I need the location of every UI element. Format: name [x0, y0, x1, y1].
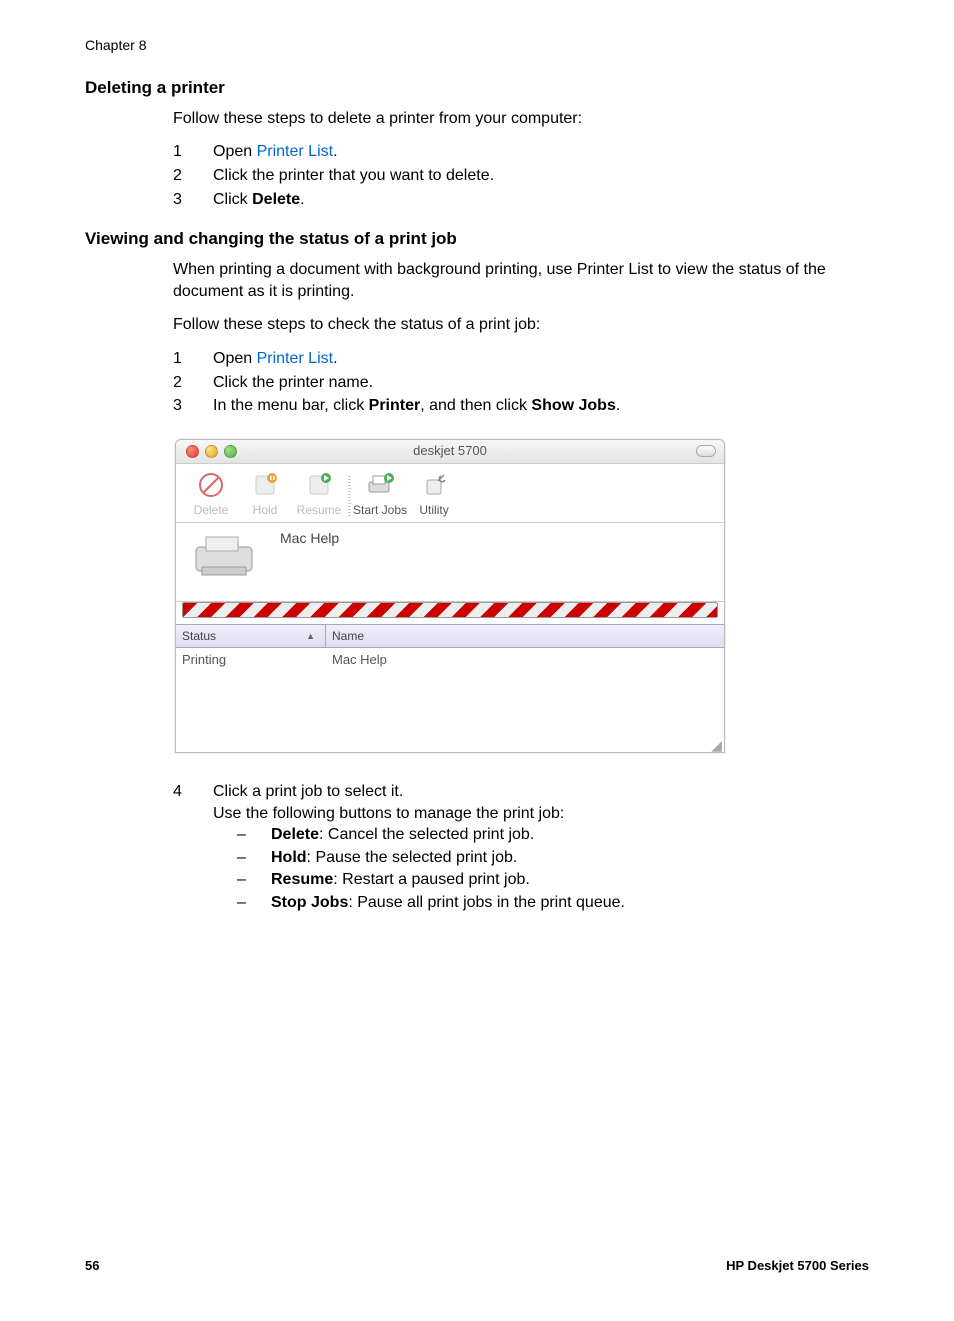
printer-list-link[interactable]: Printer List [257, 350, 333, 367]
step-number: 2 [173, 165, 185, 187]
step-text: Click the printer name. [213, 372, 373, 394]
step-number: 1 [173, 348, 185, 370]
step-number: 4 [173, 781, 185, 915]
window-titlebar: deskjet 5700 [176, 440, 724, 464]
column-headers: Status ▲ Name [176, 624, 724, 648]
step-number: 1 [173, 141, 185, 163]
step-text: Click Delete. [213, 189, 305, 211]
step-number: 3 [173, 395, 185, 417]
step-text: In the menu bar, click Printer, and then… [213, 395, 620, 417]
section2-step4: 4 Click a print job to select it. Use th… [173, 781, 869, 915]
utility-icon [419, 470, 449, 500]
section2-intro2: Follow these steps to check the status o… [173, 314, 869, 336]
start-jobs-button[interactable]: Start Jobs [353, 470, 407, 518]
row-name: Mac Help [326, 648, 724, 672]
start-jobs-icon [365, 470, 395, 500]
print-queue-window: deskjet 5700 Delete Hold Resume [175, 439, 725, 753]
toolbar-separator [348, 476, 351, 518]
progress-bar [182, 602, 718, 618]
product-name: HP Deskjet 5700 Series [726, 1257, 869, 1275]
step-text: Click a print job to select it. Use the … [213, 781, 625, 915]
chapter-label: Chapter 8 [85, 36, 869, 55]
window-title: deskjet 5700 [176, 442, 724, 460]
job-rows: Printing Mac Help [176, 648, 724, 736]
sort-arrow-icon: ▲ [306, 630, 319, 642]
step-text: Click the printer that you want to delet… [213, 165, 494, 187]
column-status[interactable]: Status ▲ [176, 625, 326, 647]
printer-icon [190, 533, 260, 581]
table-row[interactable]: Printing Mac Help [176, 648, 724, 672]
section1-intro: Follow these steps to delete a printer f… [173, 108, 869, 130]
page-number: 56 [85, 1257, 99, 1275]
resume-icon [304, 470, 334, 500]
section2-steps-a: 1 Open Printer List. 2 Click the printer… [173, 348, 869, 417]
section1-steps: 1 Open Printer List. 2 Click the printer… [173, 141, 869, 210]
row-status: Printing [176, 648, 326, 672]
column-name[interactable]: Name [326, 625, 724, 647]
resume-button[interactable]: Resume [292, 470, 346, 518]
hold-icon [250, 470, 280, 500]
step-number: 2 [173, 372, 185, 394]
section-heading-delete: Deleting a printer [85, 77, 869, 100]
page-footer: 56 HP Deskjet 5700 Series [85, 1257, 869, 1275]
delete-button[interactable]: Delete [184, 470, 238, 518]
section2-intro1: When printing a document with background… [173, 259, 869, 302]
toolbar-toggle-icon[interactable] [696, 445, 716, 457]
section-heading-status: Viewing and changing the status of a pri… [85, 228, 869, 251]
step-text: Open Printer List. [213, 141, 338, 163]
hold-button[interactable]: Hold [238, 470, 292, 518]
step-number: 3 [173, 189, 185, 211]
printer-list-link[interactable]: Printer List [257, 143, 333, 160]
delete-icon [196, 470, 226, 500]
resize-handle-icon[interactable]: ◢ [176, 736, 724, 752]
current-job-name: Mac Help [280, 529, 339, 548]
step-text: Open Printer List. [213, 348, 338, 370]
window-toolbar: Delete Hold Resume Start Jobs [176, 464, 724, 523]
utility-button[interactable]: Utility [407, 470, 461, 518]
current-job-area: Mac Help [176, 523, 724, 602]
